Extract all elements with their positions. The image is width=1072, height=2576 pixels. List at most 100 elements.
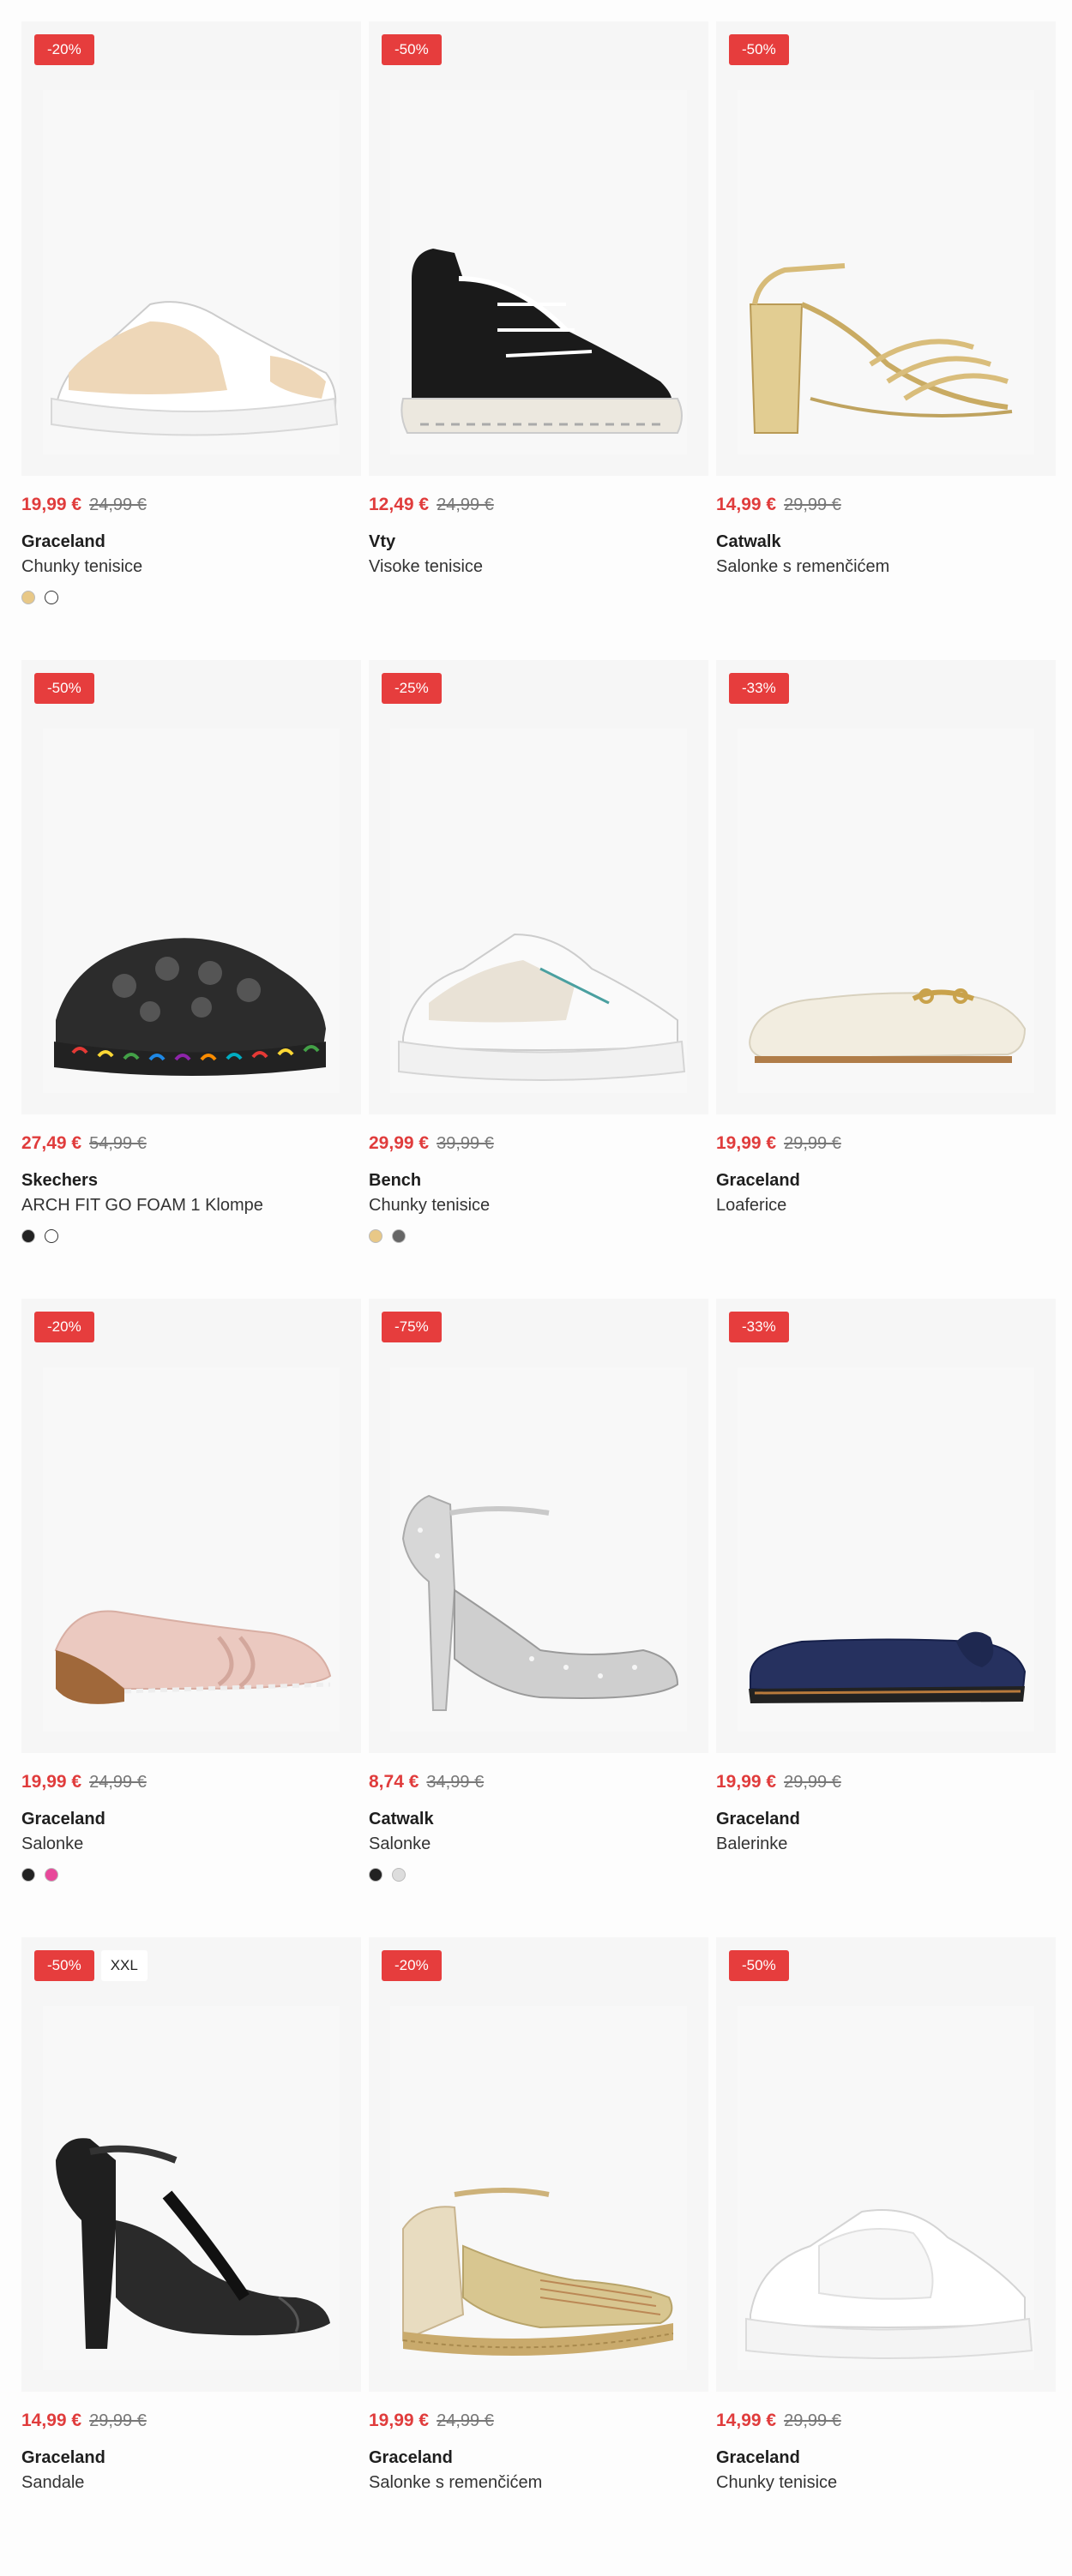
color-swatch[interactable]: [21, 591, 35, 604]
badge-group: -50%: [382, 34, 442, 65]
product-image[interactable]: -33%: [716, 1299, 1056, 1753]
product-name[interactable]: Salonke s remenčićem: [716, 557, 1056, 577]
discount-badge: -50%: [382, 34, 442, 65]
product-image[interactable]: -50% XXL: [21, 1937, 361, 2392]
high-top-black-icon: [400, 249, 683, 434]
color-swatch[interactable]: [45, 1868, 58, 1882]
color-swatch[interactable]: [392, 1868, 406, 1882]
product-brand[interactable]: Graceland: [716, 2448, 1056, 2468]
product-name[interactable]: Salonke: [21, 1834, 361, 1854]
price-row: 19,99 € 24,99 €: [21, 1772, 361, 1792]
pink-wedge-icon: [54, 1610, 332, 1704]
product-brand[interactable]: Graceland: [716, 1810, 1056, 1829]
product-brand[interactable]: Catwalk: [369, 1810, 708, 1829]
discount-badge: -25%: [382, 673, 442, 704]
product-card[interactable]: -20% 19,99 € 24,99 € Graceland Salonke s…: [369, 1937, 708, 2576]
product-name[interactable]: Loaferice: [716, 1196, 1056, 1216]
product-brand[interactable]: Graceland: [21, 2448, 361, 2468]
product-card[interactable]: -33% 19,99 € 29,99 € Graceland Loaferice: [716, 660, 1056, 1299]
discount-badge: -50%: [34, 1950, 94, 1981]
product-brand[interactable]: Skechers: [21, 1171, 361, 1191]
color-swatch[interactable]: [392, 1229, 406, 1243]
price-row: 19,99 € 29,99 €: [716, 1772, 1056, 1792]
badge-group: -33%: [729, 673, 789, 704]
discount-badge: -50%: [729, 34, 789, 65]
product-card[interactable]: -50% XXL 14,99 € 29,99 € Graceland Sanda…: [21, 1937, 361, 2576]
cream-loafer-icon: [749, 988, 1027, 1063]
product-image[interactable]: -25%: [369, 660, 708, 1114]
price-row: 14,99 € 29,99 €: [716, 495, 1056, 515]
product-card[interactable]: -50% 14,99 € 29,99 € Catwalk Salonke s r…: [716, 21, 1056, 660]
product-image[interactable]: -50%: [369, 21, 708, 476]
product-image[interactable]: -20%: [21, 21, 361, 476]
original-price: 39,99 €: [437, 1134, 494, 1153]
discount-badge: -20%: [34, 1312, 94, 1342]
product-card[interactable]: -25% 29,99 € 39,99 € Bench Chunky tenisi…: [369, 660, 708, 1299]
sneaker-white-icon: [745, 2209, 1033, 2359]
sale-price: 19,99 €: [716, 1772, 777, 1792]
product-name[interactable]: Salonke s remenčićem: [369, 2473, 708, 2493]
product-brand[interactable]: Graceland: [369, 2448, 708, 2468]
product-name[interactable]: Sandale: [21, 2473, 361, 2493]
color-swatches: [369, 1868, 708, 1882]
badge-group: -50%: [729, 1950, 789, 1981]
badge-group: -50%: [34, 673, 94, 704]
original-price: 29,99 €: [89, 2411, 147, 2430]
product-name[interactable]: Chunky tenisice: [716, 2473, 1056, 2493]
original-price: 54,99 €: [89, 1134, 147, 1153]
product-name[interactable]: Chunky tenisice: [369, 1196, 708, 1216]
product-card[interactable]: -20% 19,99 € 24,99 € Graceland Salonke: [21, 1299, 361, 1937]
sale-price: 12,49 €: [369, 495, 430, 514]
discount-badge: -20%: [382, 1950, 442, 1981]
discount-badge: -20%: [34, 34, 94, 65]
color-swatches: [21, 1229, 361, 1243]
product-name[interactable]: Balerinke: [716, 1834, 1056, 1854]
product-image[interactable]: -50%: [21, 660, 361, 1114]
product-card[interactable]: -33% 19,99 € 29,99 € Graceland Balerinke: [716, 1299, 1056, 1937]
product-image[interactable]: -33%: [716, 660, 1056, 1114]
original-price: 24,99 €: [89, 1773, 147, 1792]
sale-price: 27,49 €: [21, 1133, 82, 1153]
product-card[interactable]: -50% 27,49 € 54,99 € Skechers ARCH FIT G…: [21, 660, 361, 1299]
color-swatch[interactable]: [21, 1229, 35, 1243]
product-brand[interactable]: Bench: [369, 1171, 708, 1191]
price-row: 19,99 € 24,99 €: [369, 2411, 708, 2431]
color-swatch[interactable]: [45, 591, 58, 604]
color-swatch[interactable]: [369, 1868, 382, 1882]
product-name[interactable]: Salonke: [369, 1834, 708, 1854]
product-image[interactable]: -20%: [21, 1299, 361, 1753]
product-image[interactable]: -50%: [716, 1937, 1056, 2392]
sale-price: 14,99 €: [716, 495, 777, 514]
product-image[interactable]: -50%: [716, 21, 1056, 476]
product-brand[interactable]: Vty: [369, 532, 708, 552]
product-card[interactable]: -50% 14,99 € 29,99 € Graceland Chunky te…: [716, 1937, 1056, 2576]
original-price: 34,99 €: [426, 1773, 485, 1792]
color-swatch[interactable]: [45, 1229, 58, 1243]
sale-price: 14,99 €: [716, 2411, 777, 2430]
product-brand[interactable]: Graceland: [716, 1171, 1056, 1191]
product-brand[interactable]: Graceland: [21, 1810, 361, 1829]
product-brand[interactable]: Graceland: [21, 532, 361, 552]
product-brand[interactable]: Catwalk: [716, 532, 1056, 552]
navy-ballerina-icon: [749, 1631, 1027, 1703]
original-price: 24,99 €: [437, 495, 494, 514]
product-card[interactable]: -50% 12,49 € 24,99 € Vty Visoke tenisice: [369, 21, 708, 660]
sale-price: 14,99 €: [21, 2411, 82, 2430]
discount-badge: -33%: [729, 1312, 789, 1342]
original-price: 29,99 €: [784, 495, 841, 514]
product-name[interactable]: ARCH FIT GO FOAM 1 Klompe: [21, 1196, 361, 1216]
discount-badge: -75%: [382, 1312, 442, 1342]
sale-price: 8,74 €: [369, 1772, 419, 1792]
product-card[interactable]: -75% 8,74 € 34,99 € Catwalk Salonke: [369, 1299, 708, 1937]
color-swatch[interactable]: [369, 1229, 382, 1243]
product-name[interactable]: Chunky tenisice: [21, 557, 361, 577]
product-grid: -20% 19,99 € 24,99 € Graceland Chunky te…: [21, 21, 1056, 2576]
sale-price: 19,99 €: [21, 1772, 82, 1792]
product-card[interactable]: -20% 19,99 € 24,99 € Graceland Chunky te…: [21, 21, 361, 660]
color-swatch[interactable]: [21, 1868, 35, 1882]
product-image[interactable]: -20%: [369, 1937, 708, 2392]
product-image[interactable]: -75%: [369, 1299, 708, 1753]
black-clog-icon: [54, 938, 326, 1076]
sneaker-grey-icon: [398, 933, 686, 1081]
product-name[interactable]: Visoke tenisice: [369, 557, 708, 577]
